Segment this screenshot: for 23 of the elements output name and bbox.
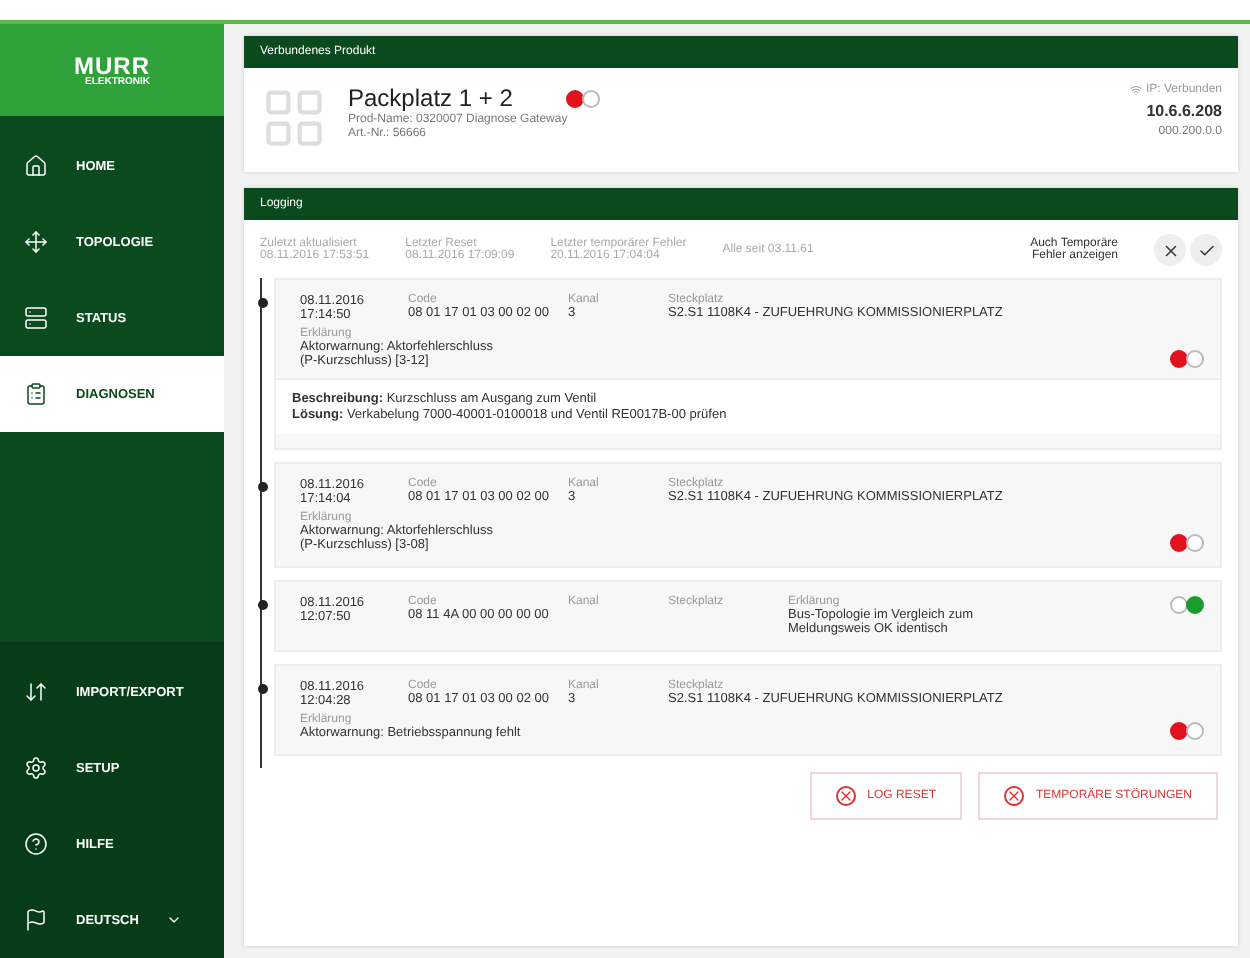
nav-icon bbox=[24, 680, 48, 704]
wifi-icon bbox=[1129, 84, 1142, 96]
nav-icon bbox=[24, 382, 48, 406]
nav-icon bbox=[24, 832, 48, 856]
device-icon bbox=[260, 84, 328, 152]
product-name: Packplatz 1 + 2 bbox=[348, 84, 513, 112]
timeline-dot bbox=[258, 298, 268, 308]
close-icon bbox=[835, 786, 856, 806]
close-icon bbox=[1003, 786, 1024, 806]
nav-icon bbox=[24, 756, 48, 780]
caret-icon bbox=[166, 912, 183, 928]
nav-icon bbox=[24, 306, 48, 330]
flag-icon bbox=[24, 908, 48, 932]
confirm-button[interactable] bbox=[1190, 234, 1222, 266]
nav-icon bbox=[24, 230, 48, 254]
nav-icon bbox=[24, 154, 48, 178]
timeline-dot bbox=[258, 684, 268, 694]
check-icon bbox=[1197, 241, 1215, 259]
timeline-dot bbox=[258, 600, 268, 610]
close-button[interactable] bbox=[1154, 234, 1186, 266]
close-icon bbox=[1161, 241, 1179, 259]
ip-address: 10.6.6.208 bbox=[1146, 102, 1222, 120]
timeline-dot bbox=[258, 482, 268, 492]
